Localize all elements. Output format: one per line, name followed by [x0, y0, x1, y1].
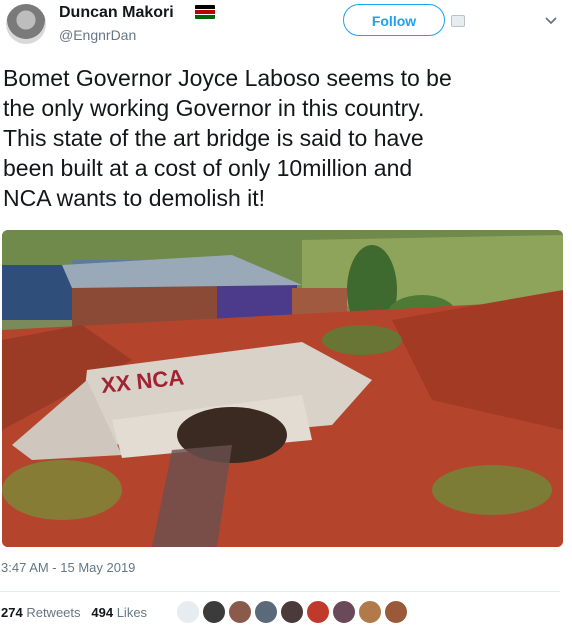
chevron-down-icon[interactable]: [543, 13, 559, 29]
retweet-count[interactable]: 274: [1, 605, 23, 620]
liker-avatar[interactable]: [306, 600, 330, 624]
like-label[interactable]: Likes: [117, 605, 147, 620]
liker-avatar[interactable]: [332, 600, 356, 624]
author-handle[interactable]: @EngnrDan: [59, 27, 136, 43]
liker-avatar[interactable]: [176, 600, 200, 624]
liker-avatar[interactable]: [228, 600, 252, 624]
liker-avatar[interactable]: [280, 600, 304, 624]
tweet-stats: 274 Retweets 494 Likes: [1, 605, 147, 620]
like-count[interactable]: 494: [91, 605, 113, 620]
retweet-label[interactable]: Retweets: [26, 605, 80, 620]
card-icon: [451, 15, 465, 27]
divider: [0, 591, 560, 592]
tweet-timestamp[interactable]: 3:47 AM - 15 May 2019: [1, 560, 135, 575]
follow-button[interactable]: Follow: [343, 4, 445, 36]
tweet-photo[interactable]: XX NCA: [2, 230, 563, 547]
author-avatar[interactable]: [6, 4, 46, 44]
liker-avatar[interactable]: [202, 600, 226, 624]
tweet-text: Bomet Governor Joyce Laboso seems to be …: [3, 65, 452, 211]
kenya-flag-icon: [195, 5, 215, 19]
liker-avatar[interactable]: [254, 600, 278, 624]
liker-avatar[interactable]: [358, 600, 382, 624]
liker-avatar[interactable]: [384, 600, 408, 624]
author-name[interactable]: Duncan Makori: [59, 4, 174, 22]
